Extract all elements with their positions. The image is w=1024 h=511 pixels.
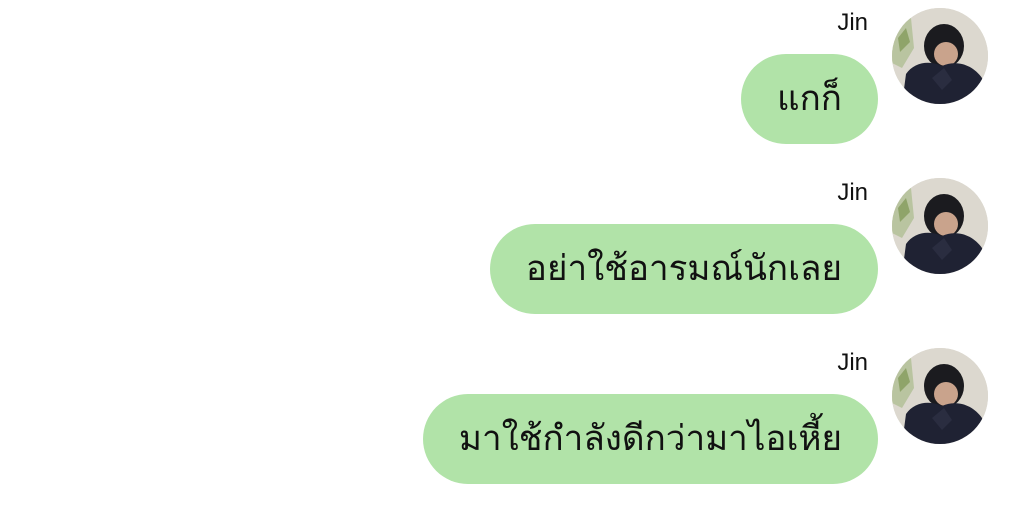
avatar[interactable] — [892, 178, 988, 274]
sender-name: Jin — [837, 179, 868, 206]
message-bubble[interactable]: มาใช้กำลังดีกว่ามาไอเหี้ย — [422, 394, 878, 484]
message-row: Jin แกก็ — [0, 0, 1024, 170]
sender-name: Jin — [837, 349, 868, 376]
avatar[interactable] — [892, 8, 988, 104]
sender-name: Jin — [837, 9, 868, 36]
message-row: Jin มาใช้กำลังดีกว่ามาไอเหี้ย — [0, 340, 1024, 510]
profile-photo-icon — [892, 348, 988, 444]
message-row: Jin อย่าใช้อารมณ์นักเลย — [0, 170, 1024, 340]
message-bubble[interactable]: อย่าใช้อารมณ์นักเลย — [489, 224, 878, 314]
avatar[interactable] — [892, 348, 988, 444]
profile-photo-icon — [892, 8, 988, 104]
profile-photo-icon — [892, 178, 988, 274]
message-bubble[interactable]: แกก็ — [741, 54, 878, 144]
